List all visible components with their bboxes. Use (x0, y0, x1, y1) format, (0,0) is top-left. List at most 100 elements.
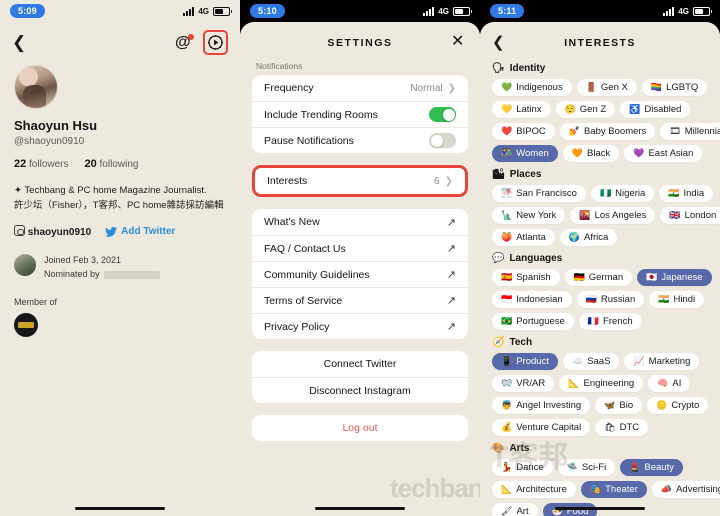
chip-emoji-icon: 🇷🇺 (585, 294, 597, 304)
interest-chip[interactable]: 🇬🇧 London (660, 207, 720, 224)
interest-chip[interactable]: 💚 Indigenous (492, 79, 572, 96)
settings-row-privacy-policy[interactable]: Privacy Policy ↗ (252, 313, 468, 339)
interest-chip[interactable]: 😌 Gen Z (555, 101, 616, 118)
followers-stat[interactable]: 22 followers (14, 158, 69, 170)
notifications-card: Frequency Normal ❯ Include Trending Room… (252, 75, 468, 153)
following-count: 20 (84, 158, 97, 170)
chip-label: Los Angeles (594, 210, 647, 221)
interest-chip[interactable]: 🇯🇵 Japanese (637, 269, 712, 286)
settings-row-community-guidelines[interactable]: Community Guidelines ↗ (252, 261, 468, 287)
gear-icon[interactable] (207, 34, 224, 51)
interest-chip[interactable]: 🇩🇪 German (564, 269, 633, 286)
interest-chip[interactable]: 🌇 Los Angeles (570, 207, 656, 224)
interest-group-header-identity: 🗣 Identity (492, 63, 720, 74)
group-emoji-icon: 🎨 (492, 443, 505, 454)
trending-rooms-toggle[interactable] (429, 107, 456, 122)
interest-chip[interactable]: 🗽 New York (492, 207, 566, 224)
redacted-name (103, 270, 160, 279)
interest-chip[interactable]: 🇮🇳 Hindi (649, 291, 705, 308)
chevron-right-icon: ❯ (447, 82, 456, 94)
at-mention-icon[interactable]: @ (175, 33, 194, 52)
three-phone-screenshots: 5:09 4G ❮ @ Shaoyun Hsu @shaoyun0910 22 … (0, 0, 720, 516)
interest-chip[interactable]: ♿ Disabled (620, 101, 691, 118)
interest-chip[interactable]: 🪙 Crypto (647, 397, 709, 414)
interest-chip[interactable]: 🛸 Sci-Fi (557, 459, 616, 476)
interest-chip[interactable]: 🇫🇷 French (578, 313, 642, 330)
chip-emoji-icon: 💜 (633, 148, 645, 158)
interest-chip[interactable]: 💜 East Asian (624, 145, 703, 162)
interest-chip[interactable]: ☁️ SaaS (562, 353, 620, 370)
settings-row-faq-contact[interactable]: FAQ / Contact Us ↗ (252, 235, 468, 261)
interest-chip[interactable]: 💃 Dance (492, 459, 553, 476)
chip-label: Gen X (600, 82, 628, 93)
interest-chip[interactable]: 👫 Women (492, 145, 558, 162)
status-bar: 5:11 4G (480, 0, 720, 22)
following-stat[interactable]: 20 following (85, 158, 139, 170)
chip-emoji-icon: 🇯🇵 (646, 272, 658, 282)
interest-chip[interactable]: ❤️ BIPOC (492, 123, 555, 140)
interest-chip[interactable]: 🚪 Gen X (576, 79, 637, 96)
logout-button[interactable]: Log out (252, 415, 468, 441)
interest-chip[interactable]: 🌍 Africa (559, 229, 618, 246)
interest-chip[interactable]: 👼 Angel Investing (492, 397, 591, 414)
interest-chip[interactable]: 🇪🇸 Spanish (492, 269, 560, 286)
settings-row-interests[interactable]: Interests 6 ❯ (255, 168, 465, 194)
profile-social-links: shaoyun0910 Add Twitter (14, 225, 240, 238)
interest-chip[interactable]: 💰 Venture Capital (492, 419, 591, 436)
interest-chip[interactable]: 🧡 Black (562, 145, 620, 162)
interest-chip[interactable]: 🎞Millennials (660, 123, 720, 140)
chip-emoji-icon: 🇮🇳 (668, 188, 680, 198)
connect-twitter-button[interactable]: Connect Twitter (252, 351, 468, 377)
interest-chip[interactable]: 📐 Engineering (559, 375, 644, 392)
chip-emoji-icon: 🇬🇧 (669, 210, 681, 220)
interest-chip[interactable]: 💄 Beauty (620, 459, 683, 476)
status-clock: 5:10 (250, 4, 285, 18)
interest-chip[interactable]: 💛 Latinx (492, 101, 551, 118)
bio-line-1: ✦ Techbang & PC home Magazine Journalist… (14, 185, 207, 196)
chip-emoji-icon: 🦋 (604, 400, 616, 410)
interests-sheet: ❮ INTERESTS 🗣 Identity 💚 Indigenous 🚪 Gen X 🏳️… (480, 22, 720, 516)
interest-chip[interactable]: 🌁 San Francisco (492, 185, 586, 202)
interest-chip[interactable]: 🇳🇬 Nigeria (590, 185, 655, 202)
chip-label: Japanese (661, 272, 703, 283)
settings-row-whats-new[interactable]: What's New ↗ (252, 209, 468, 235)
close-icon[interactable]: ✕ (451, 34, 466, 50)
chip-label: Baby Boomers (584, 126, 647, 137)
interest-chip[interactable]: 🇷🇺 Russian (576, 291, 645, 308)
settings-row-trending-rooms[interactable]: Include Trending Rooms (252, 101, 468, 127)
pause-notifications-toggle[interactable] (429, 133, 456, 148)
avatar[interactable] (14, 65, 58, 109)
chip-emoji-icon: 🇪🇸 (501, 272, 513, 282)
settings-row-frequency[interactable]: Frequency Normal ❯ (252, 75, 468, 101)
interest-chip[interactable]: 🥽 VR/AR (492, 375, 555, 392)
interest-chip[interactable]: 🦋 Bio (595, 397, 643, 414)
chip-emoji-icon: 💃 (501, 462, 513, 472)
settings-row-terms-of-service[interactable]: Terms of Service ↗ (252, 287, 468, 313)
interest-chip[interactable]: 📱 Product (492, 353, 558, 370)
disconnect-instagram-button[interactable]: Disconnect Instagram (252, 377, 468, 403)
chip-label: LGBTQ (666, 82, 699, 93)
interest-chip[interactable]: 🇧🇷 Portuguese (492, 313, 574, 330)
interest-chip[interactable]: 🇮🇩 Indonesian (492, 291, 572, 308)
external-link-icon: ↗ (446, 321, 456, 333)
interest-chip[interactable]: 📐 Architecture (492, 481, 576, 498)
club-badge[interactable] (14, 313, 38, 338)
interest-chip[interactable]: 📣 Advertising (651, 481, 720, 498)
back-chevron-icon[interactable]: ❮ (12, 34, 26, 51)
add-twitter-link[interactable]: Add Twitter (105, 226, 175, 237)
interest-chip[interactable]: 📈 Marketing (624, 353, 700, 370)
interest-chip[interactable]: 🏳️‍🌈 LGBTQ (641, 79, 708, 96)
status-indicators: 4G (663, 6, 712, 16)
interest-chip[interactable]: 🍑 Atlanta (492, 229, 555, 246)
chip-emoji-icon: 🧡 (571, 148, 583, 158)
interest-chip[interactable]: 🛍 DTC (595, 419, 649, 436)
interest-chip[interactable]: 🖌 Art (492, 503, 538, 516)
chip-emoji-icon: 🇳🇬 (599, 188, 612, 198)
interest-chip[interactable]: 🇮🇳 India (659, 185, 714, 202)
instagram-link[interactable]: shaoyun0910 (14, 225, 91, 238)
joined-text-block: Joined Feb 3, 2021 Nominated by (44, 254, 160, 281)
settings-row-pause-notifications[interactable]: Pause Notifications (252, 127, 468, 153)
interest-chip[interactable]: 🎭 Theater (580, 481, 647, 498)
interest-chip[interactable]: 🧠 AI (648, 375, 691, 392)
interest-chip[interactable]: 💅 Baby Boomers (559, 123, 656, 140)
